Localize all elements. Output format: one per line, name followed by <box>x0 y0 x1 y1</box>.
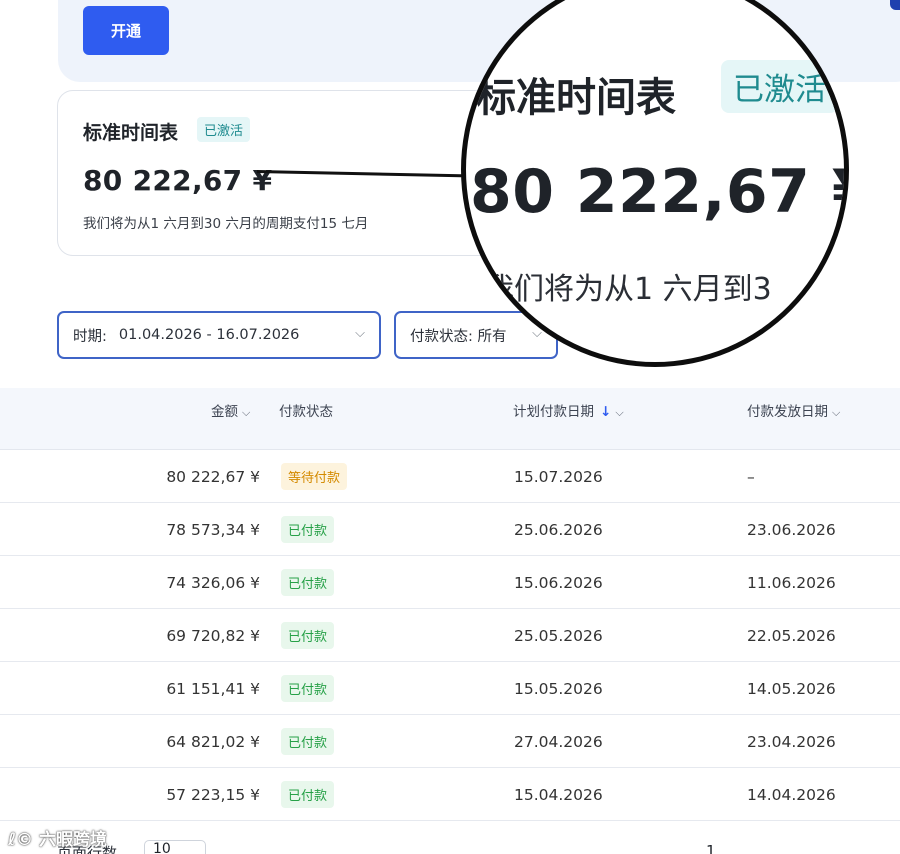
row-amount: 78 573,34 ¥ <box>166 521 260 539</box>
column-header-planned-date[interactable]: 计划付款日期 ↓ ⌵ <box>513 400 624 420</box>
row-amount: 69 720,82 ¥ <box>166 627 260 645</box>
table-row[interactable]: 61 151,41 ¥ 已付款 15.05.2026 14.05.2026 <box>0 662 900 715</box>
table-row[interactable]: 78 573,34 ¥ 已付款 25.06.2026 23.06.2026 <box>0 503 900 556</box>
zoom-description: 我们将为从1 六月到3 <box>484 272 772 307</box>
period-filter[interactable]: 时期: 01.04.2026 - 16.07.2026 ⌵ <box>57 311 381 359</box>
period-filter-label: 时期: <box>73 328 107 345</box>
row-released-date: – <box>747 468 755 486</box>
schedule-title: 标准时间表 <box>83 122 179 144</box>
row-planned-date: 25.06.2026 <box>514 521 603 539</box>
chevron-down-icon: ⌵ <box>355 326 365 341</box>
column-header-status-label: 付款状态 <box>279 404 333 420</box>
chevron-down-icon: ⌵ <box>615 406 624 419</box>
chevron-down-icon: ⌵ <box>832 406 841 419</box>
row-status-badge: 已付款 <box>281 516 335 543</box>
table-row[interactable]: 64 821,02 ¥ 已付款 27.04.2026 23.04.2026 <box>0 715 900 768</box>
zoom-amount: 80 222,67 ¥ <box>470 157 849 227</box>
column-header-released-date[interactable]: 付款发放日期 ⌵ <box>747 400 840 420</box>
column-header-amount[interactable]: 金额 ⌵ <box>211 400 250 420</box>
open-button[interactable]: 开通 <box>83 6 169 55</box>
row-amount: 57 223,15 ¥ <box>166 786 260 804</box>
row-amount: 64 821,02 ¥ <box>166 733 260 751</box>
table-row[interactable]: 57 223,15 ¥ 已付款 15.04.2026 14.04.2026 <box>0 768 900 821</box>
table-row[interactable]: 80 222,67 ¥ 等待付款 15.07.2026 – <box>0 450 900 503</box>
rows-per-page-select[interactable]: 10 <box>144 840 206 854</box>
column-header-status: 付款状态 <box>279 400 333 420</box>
schedule-description: 我们将为从1 六月到30 六月的周期支付15 七月 <box>83 216 369 232</box>
payment-status-filter-label: 付款状态: 所有 <box>410 328 507 345</box>
row-planned-date: 25.05.2026 <box>514 627 603 645</box>
row-status-badge: 已付款 <box>281 728 335 755</box>
column-header-planned-date-label: 计划付款日期 <box>513 404 594 420</box>
row-status-badge: 等待付款 <box>281 463 348 490</box>
active-badge: 已激活 <box>197 117 251 142</box>
zoom-title: 标准时间表 <box>476 75 676 121</box>
schedule-amount: 80 222,67 ¥ <box>83 164 273 197</box>
row-planned-date: 15.05.2026 <box>514 680 603 698</box>
row-planned-date: 27.04.2026 <box>514 733 603 751</box>
row-status-badge: 已付款 <box>281 781 335 808</box>
row-released-date: 14.04.2026 <box>747 786 836 804</box>
table-row[interactable]: 74 326,06 ¥ 已付款 15.06.2026 11.06.2026 <box>0 556 900 609</box>
row-released-date: 11.06.2026 <box>747 574 836 592</box>
chevron-down-icon: ⌵ <box>242 406 251 419</box>
row-released-date: 23.06.2026 <box>747 521 836 539</box>
row-released-date: 14.05.2026 <box>747 680 836 698</box>
row-status-badge: 已付款 <box>281 569 335 596</box>
row-amount: 80 222,67 ¥ <box>166 468 260 486</box>
column-header-amount-label: 金额 <box>211 404 238 420</box>
zoom-active-badge: 已激活 <box>721 60 838 113</box>
row-amount: 61 151,41 ¥ <box>166 680 260 698</box>
table-row[interactable]: 69 720,82 ¥ 已付款 25.05.2026 22.05.2026 <box>0 609 900 662</box>
row-released-date: 23.04.2026 <box>747 733 836 751</box>
watermark-logo-icon: ℓ© <box>8 830 34 850</box>
row-planned-date: 15.06.2026 <box>514 574 603 592</box>
sort-arrow-down-icon[interactable]: ↓ <box>600 404 611 420</box>
column-header-released-date-label: 付款发放日期 <box>747 404 828 420</box>
period-filter-value: 01.04.2026 - 16.07.2026 <box>118 327 300 343</box>
corner-decoration <box>890 0 900 10</box>
watermark: ℓ© 六暇跨境 <box>8 825 107 850</box>
row-planned-date: 15.07.2026 <box>514 468 603 486</box>
watermark-text: 六暇跨境 <box>38 830 107 850</box>
row-planned-date: 15.04.2026 <box>514 786 603 804</box>
page-number[interactable]: 1 <box>706 842 716 854</box>
row-status-badge: 已付款 <box>281 675 335 702</box>
row-status-badge: 已付款 <box>281 622 335 649</box>
row-amount: 74 326,06 ¥ <box>166 574 260 592</box>
row-released-date: 22.05.2026 <box>747 627 836 645</box>
